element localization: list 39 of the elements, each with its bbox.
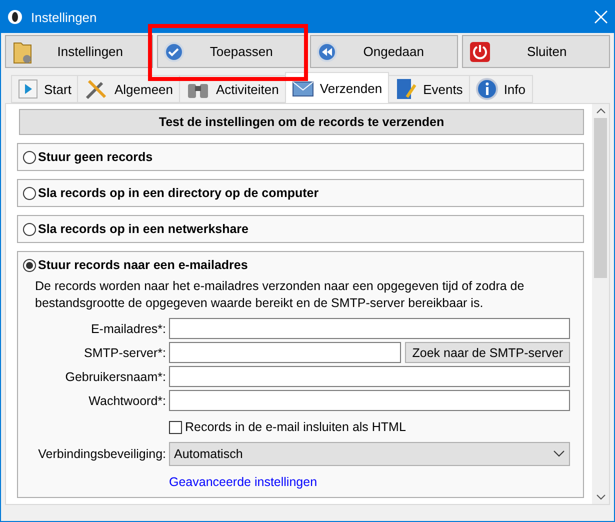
tab[interactable]: Events [388,75,470,103]
tab[interactable]: Info [468,75,532,103]
radio-option[interactable]: Stuur geen records [23,149,578,165]
check-icon [164,42,184,62]
rewind-icon [316,42,336,62]
toolbar-button[interactable]: Sluiten [462,35,610,68]
search-smtp-button[interactable]: Zoek naar de SMTP-server [405,342,570,363]
toolbar-button[interactable]: Ongedaan [310,35,458,68]
field-label: Verbindingsbeveiliging: [37,447,166,461]
close-icon[interactable] [594,10,608,24]
test-button[interactable]: Test de instellingen om de records te verzenden [19,109,584,135]
advanced-settings-link[interactable]: Geavanceerde instellingen [169,475,318,489]
field-label: Gebruikersnaam*: [64,370,166,384]
tab[interactable]: Verzenden [284,72,390,103]
dropdown[interactable]: Automatisch [169,442,570,466]
toolbar-button[interactable]: Instellingen [5,35,154,68]
radio-option[interactable]: Stuur records naar een e-mailadres [23,257,578,273]
radio-option[interactable]: Sla records op in een netwerkshare [23,221,578,237]
info-icon [476,78,498,100]
input-field[interactable] [169,366,570,387]
radio-option[interactable]: Sla records op in een directory op de computer [23,185,578,201]
tab[interactable]: Start [11,75,78,103]
field-label: SMTP-server*: [83,346,166,360]
input-field[interactable] [169,390,570,411]
checkbox-option[interactable]: Records in de e-mail insluiten als HTML [169,420,570,434]
description-text: De records worden naar het e-mailadres verzonden naar een opgegeven tijd of zodra de bestandsgrootte de opgegeven waarde bereikt en de SMTP-server bereikbaar is. [35,278,526,312]
tools-icon [84,77,108,101]
power-icon [468,40,491,62]
field-label: E-mailadres*: [90,322,166,336]
chevron-down-icon [553,450,565,458]
scrollbar[interactable] [592,104,609,504]
input-field[interactable] [169,318,570,339]
play-icon [18,79,38,99]
input-field[interactable] [169,342,402,363]
app-logo-icon [7,9,23,25]
field-label: Wachtwoord*: [88,394,166,408]
document-pencil-icon [395,77,418,101]
window-title: Instellingen [31,10,98,24]
tab[interactable]: Algemeen [77,75,180,103]
